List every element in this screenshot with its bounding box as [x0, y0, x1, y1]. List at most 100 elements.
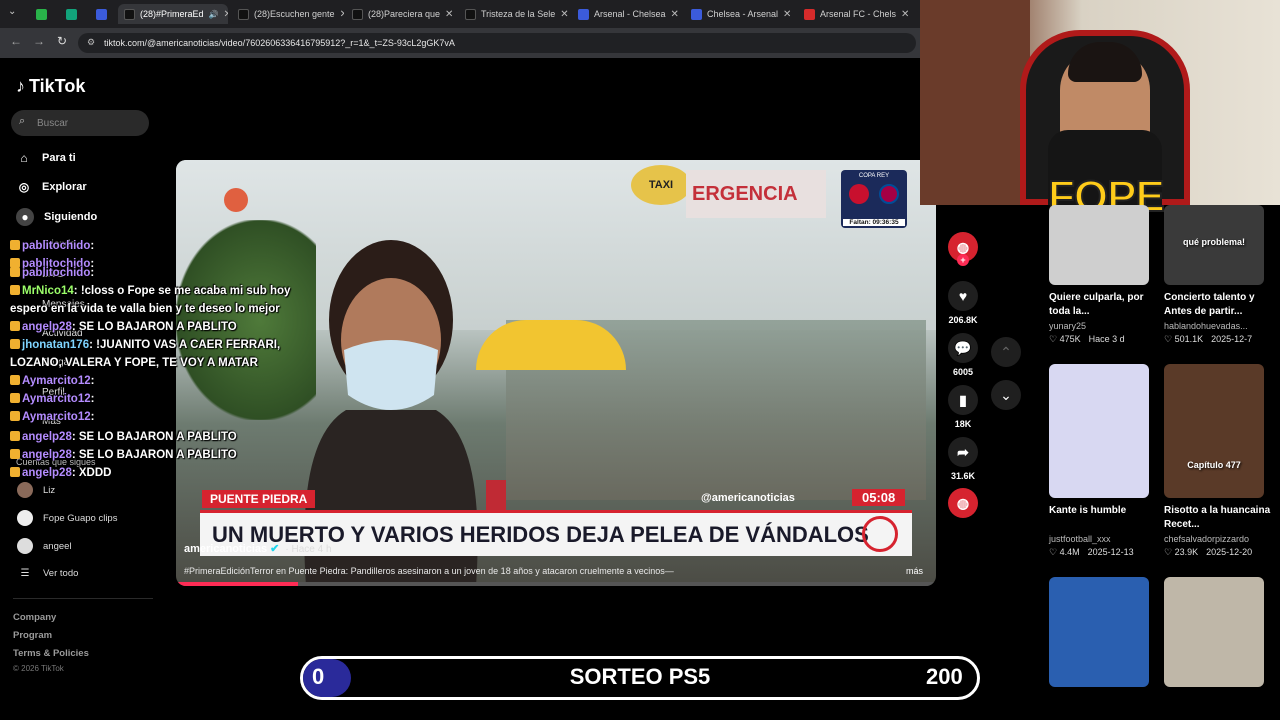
- crest-icon: [879, 184, 899, 204]
- tab[interactable]: (28)Pareciera que ✕: [346, 4, 458, 24]
- chat-colon: :: [73, 285, 81, 297]
- chat-colon: :: [71, 467, 79, 479]
- recommended-caption[interactable]: Kante is humble: [1049, 504, 1159, 518]
- share-button[interactable]: ➦ 31.6K: [945, 437, 981, 481]
- nav-explorar[interactable]: ◎ Explorar: [16, 179, 87, 195]
- tab-pinned-2[interactable]: [60, 4, 82, 24]
- footer-terms-link[interactable]: Terms & Policies: [13, 648, 89, 659]
- following-account[interactable]: Fope Guapo clips: [17, 510, 117, 526]
- recommended-author[interactable]: chefsalvadorpizzardo: [1164, 534, 1249, 544]
- recommended-author[interactable]: justfootball_xxx: [1049, 534, 1111, 544]
- recommended-caption[interactable]: Risotto a la huancaina Recet...: [1164, 504, 1274, 532]
- chat-message: Aymarcito12:: [10, 411, 94, 423]
- recommended-author[interactable]: yunary25: [1049, 321, 1086, 331]
- recommended-date: 2025-12-7: [1211, 334, 1253, 344]
- tab-active[interactable]: (28)#PrimeraEd 🔊 ✕: [118, 4, 228, 24]
- author-name: americanoticias: [184, 543, 268, 555]
- tab-favicon-icon: [36, 8, 47, 20]
- site-favicon-icon: [691, 8, 702, 20]
- tab[interactable]: Tristeza de la Sele ✕: [459, 4, 571, 24]
- thumbnail-caption: qué problema!: [1182, 237, 1245, 247]
- close-tab-icon[interactable]: ✕: [671, 9, 679, 20]
- account-name: Liz: [43, 484, 56, 496]
- close-tab-icon[interactable]: ✕: [340, 9, 344, 20]
- sub-badge-icon: [10, 267, 20, 277]
- close-tab-icon[interactable]: ✕: [224, 9, 229, 20]
- recommended-thumbnail[interactable]: qué problema!: [1164, 205, 1264, 285]
- video-player[interactable]: TAXI ERGENCIA COPA REY Faltan: 09:36:35 …: [176, 160, 936, 586]
- forward-icon[interactable]: →: [33, 34, 45, 48]
- close-tab-icon[interactable]: ✕: [560, 9, 568, 20]
- back-icon[interactable]: ←: [10, 34, 22, 48]
- recommended-thumbnail[interactable]: Capítulo 477: [1164, 364, 1264, 498]
- url-field[interactable]: ⚙ tiktok.com/@americanoticias/video/7602…: [78, 33, 916, 53]
- more-link[interactable]: más: [906, 566, 923, 576]
- speaker-icon[interactable]: 🔊: [209, 10, 219, 19]
- footer-program-link[interactable]: Program: [13, 630, 52, 641]
- recommended-date: 2025-12-13: [1087, 547, 1134, 557]
- comment-button[interactable]: 💬 6005: [945, 333, 981, 377]
- recommended-thumbnail[interactable]: [1164, 577, 1264, 687]
- close-tab-icon[interactable]: ✕: [901, 9, 909, 20]
- site-favicon-icon: [578, 8, 589, 20]
- video-author[interactable]: americanoticias ✔ · Hace 4 h: [184, 542, 332, 555]
- follow-plus-icon[interactable]: +: [957, 254, 969, 266]
- tab[interactable]: Arsenal FC - Chels ✕: [798, 4, 910, 24]
- author-avatar-button[interactable]: ◍ +: [945, 232, 981, 266]
- chat-username: angelp28: [22, 449, 72, 461]
- chat-colon: :: [71, 449, 79, 461]
- recommended-author[interactable]: hablandohuevadas...: [1164, 321, 1248, 331]
- chat-colon: :: [90, 375, 95, 387]
- tab-pinned-1[interactable]: [30, 4, 52, 24]
- nav-para-ti[interactable]: ⌂ Para ti: [16, 150, 75, 166]
- chat-message: jhonatan176: !JUANITO VAS A CAER FERRARI…: [10, 339, 280, 351]
- sound-disc-button[interactable]: ◍: [945, 488, 981, 522]
- recommended-caption[interactable]: Concierto talento y Antes de partir...: [1164, 291, 1274, 319]
- save-button[interactable]: ▮ 18K: [945, 385, 981, 429]
- tab-pinned-3[interactable]: [90, 4, 112, 24]
- sub-badge-icon: [10, 393, 20, 403]
- tab-favicon-icon: [66, 8, 77, 20]
- nav-siguiendo[interactable]: ● Siguiendo: [16, 208, 97, 226]
- site-info-icon[interactable]: ⚙: [87, 37, 95, 48]
- logo-text: TikTok: [29, 76, 86, 96]
- search-input[interactable]: ⌕ Buscar: [11, 110, 149, 136]
- tiktok-logo[interactable]: ♪ TikTok: [16, 76, 85, 97]
- next-video-button[interactable]: ⌄: [991, 380, 1021, 410]
- tab-label: (28)Escuchen gente: [254, 9, 335, 19]
- recommended-stats: ♡ 23.9K 2025-12-20: [1164, 547, 1252, 558]
- avatar: [17, 482, 33, 498]
- chat-username: Aymarcito12: [22, 393, 91, 405]
- bookmark-icon: ▮: [948, 385, 978, 415]
- comment-count: 6005: [952, 367, 974, 377]
- recommended-likes: 501.1K: [1174, 334, 1204, 344]
- following-account[interactable]: Liz: [17, 482, 55, 498]
- see-all-link[interactable]: ☰ Ver todo: [17, 568, 79, 579]
- save-count: 18K: [954, 419, 972, 429]
- recommended-thumbnail[interactable]: [1049, 364, 1149, 498]
- recommended-caption[interactable]: Quiere culparla, por toda la...: [1049, 291, 1159, 319]
- footer-company-link[interactable]: Company: [13, 612, 56, 623]
- tab[interactable]: Chelsea - Arsenal ✕: [685, 4, 797, 24]
- tab[interactable]: (28)Escuchen gente ✕: [232, 4, 344, 24]
- close-tab-icon[interactable]: ✕: [445, 9, 453, 20]
- sub-badge-icon: [10, 375, 20, 385]
- like-button[interactable]: ♥ 206.8K: [945, 281, 981, 325]
- recommended-date: 2025-12-20: [1206, 547, 1253, 557]
- reload-icon[interactable]: ↻: [57, 34, 67, 48]
- chat-text: !JUANITO VAS A CAER FERRARI,: [96, 339, 281, 351]
- recommended-thumbnail[interactable]: [1049, 577, 1149, 687]
- chat-username: MrNico14: [22, 285, 74, 297]
- following-account[interactable]: angeel: [17, 538, 72, 554]
- channel-globe-logo-icon: [224, 188, 248, 212]
- copa-rey-overlay: COPA REY Faltan: 09:36:35: [841, 170, 907, 228]
- recommended-thumbnail[interactable]: [1049, 205, 1149, 285]
- tab[interactable]: Arsenal - Chelsea ✕: [572, 4, 684, 24]
- avatar: [17, 510, 33, 526]
- close-tab-icon[interactable]: ✕: [783, 9, 791, 20]
- sub-badge-icon: [10, 339, 20, 349]
- tab-list-icon[interactable]: ⌄: [8, 6, 16, 17]
- previous-video-button[interactable]: ⌃: [991, 337, 1021, 367]
- chat-username: angelp28: [22, 467, 72, 479]
- location-label: PUENTE PIEDRA: [202, 490, 316, 508]
